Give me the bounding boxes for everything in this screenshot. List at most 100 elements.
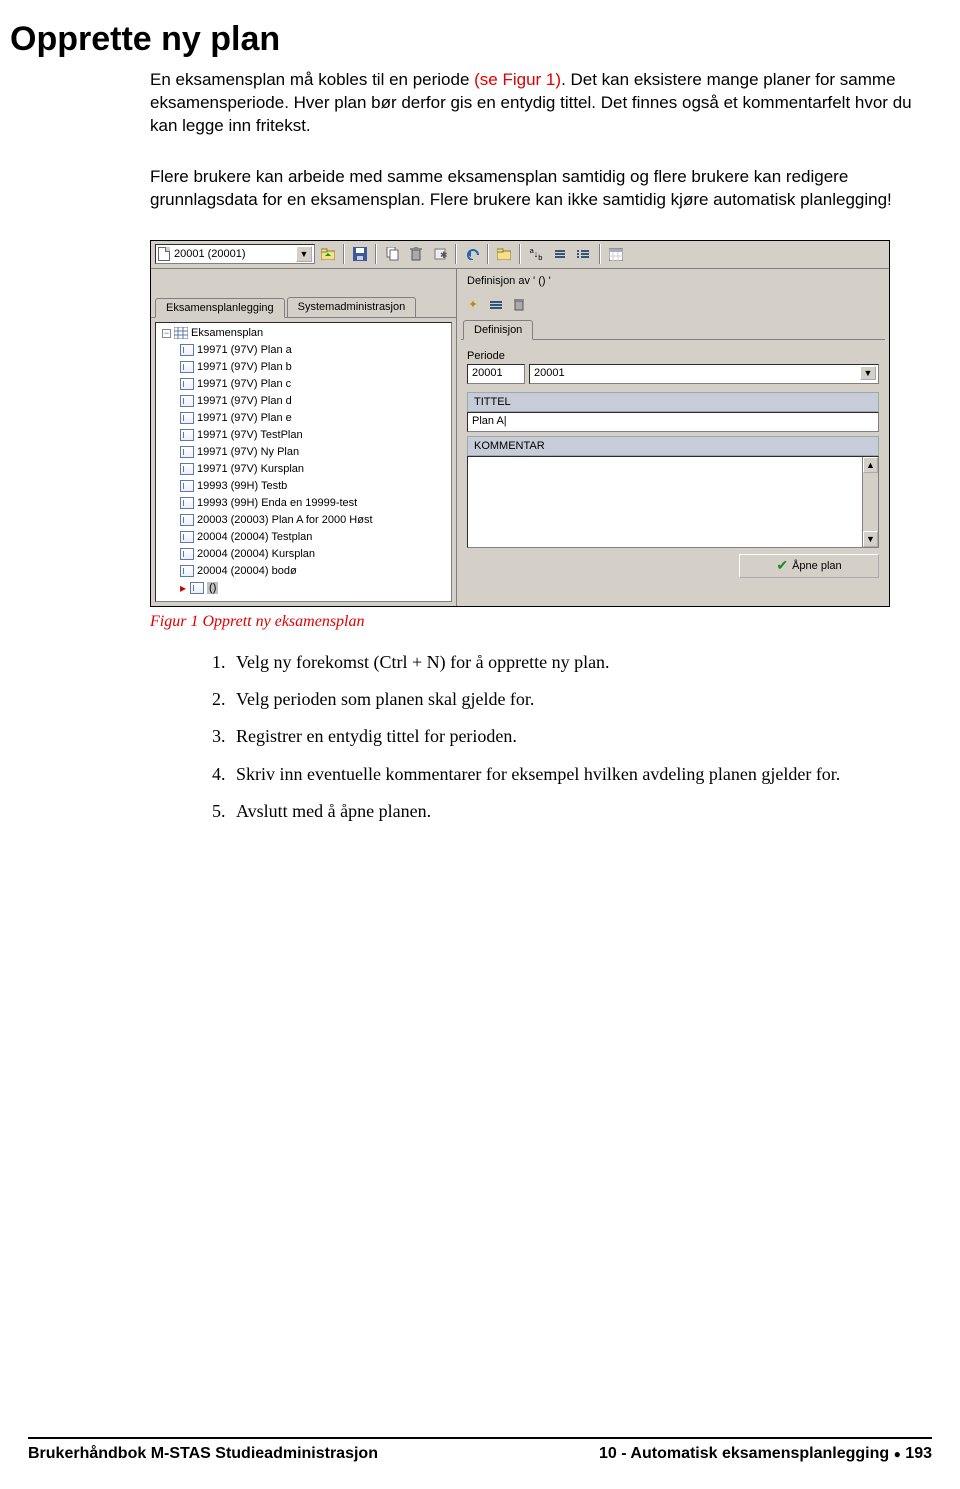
current-marker-icon: ▸ <box>180 582 186 594</box>
step-item: Registrer en entydig tittel for perioden… <box>230 725 930 748</box>
right-pane: Definisjon av ' () ' ✦ Definisjon Period… <box>457 269 889 606</box>
plan-tree[interactable]: − Eksamensplan 19971 (97V) Plan a 19971 … <box>155 322 452 602</box>
svg-text:✱: ✱ <box>440 250 447 260</box>
document-icon <box>158 247 170 261</box>
plan-icon <box>180 463 194 475</box>
tree-item[interactable]: 19971 (97V) Kursplan <box>158 461 449 478</box>
kommentar-header: KOMMENTAR <box>467 436 879 456</box>
separator <box>519 244 521 264</box>
page-title: Opprette ny plan <box>10 20 930 59</box>
delete-button[interactable] <box>405 243 427 265</box>
tree-item[interactable]: 19971 (97V) Plan d <box>158 393 449 410</box>
page-footer: Brukerhåndbok M-STAS Studieadministrasjo… <box>28 1437 932 1463</box>
plan-icon <box>180 514 194 526</box>
open-folder-button[interactable] <box>493 243 515 265</box>
plan-icon <box>180 480 194 492</box>
plan-icon <box>180 531 194 543</box>
left-pane: Eksamensplanlegging Systemadministrasjon… <box>151 269 457 606</box>
list-icon <box>490 300 502 310</box>
scroll-down-icon[interactable]: ▼ <box>863 531 878 547</box>
tree-item[interactable]: 19971 (97V) TestPlan <box>158 427 449 444</box>
period-combo[interactable]: 20001 (20001) ▼ <box>155 244 315 264</box>
periode-name-field[interactable]: 20001 ▼ <box>529 364 879 384</box>
tab-definisjon[interactable]: Definisjon <box>463 320 533 340</box>
scroll-up-icon[interactable]: ▲ <box>863 457 878 473</box>
plan-icon <box>180 412 194 424</box>
tree-item-label: 19971 (97V) Kursplan <box>197 463 304 475</box>
tree-item[interactable]: 19971 (97V) Plan a <box>158 342 449 359</box>
intro-text-1a: En eksamensplan må kobles til en periode <box>150 70 474 89</box>
figure-reference: (se Figur 1) <box>474 70 561 89</box>
tree-item-label: 19971 (97V) Plan c <box>197 378 291 390</box>
mini-list-button[interactable] <box>486 295 506 315</box>
calendar-button[interactable] <box>605 243 627 265</box>
tree-root[interactable]: − Eksamensplan <box>158 325 449 342</box>
step-item: Velg perioden som planen skal gjelde for… <box>230 688 930 711</box>
tab-eksamensplanlegging[interactable]: Eksamensplanlegging <box>155 298 285 318</box>
sort-button[interactable]: a↓b <box>525 243 547 265</box>
tree-item-new-label: () <box>207 582 218 594</box>
list-button-2[interactable] <box>573 243 595 265</box>
open-plan-label: Åpne plan <box>792 560 842 572</box>
tree-item[interactable]: 20004 (20004) Kursplan <box>158 546 449 563</box>
tree-item-label: 19993 (99H) Testb <box>197 480 287 492</box>
separator <box>343 244 345 264</box>
sparkle-icon: ✦ <box>468 298 477 311</box>
open-plan-button[interactable]: ✔ Åpne plan <box>739 554 879 578</box>
tree-item[interactable]: 19993 (99H) Testb <box>158 478 449 495</box>
tittel-field[interactable]: Plan A| <box>467 412 879 432</box>
separator <box>455 244 457 264</box>
mini-toolbar: ✦ <box>461 293 885 319</box>
separator <box>487 244 489 264</box>
trash-icon <box>514 299 524 311</box>
dropdown-arrow-icon[interactable]: ▼ <box>296 246 312 262</box>
collapse-icon[interactable]: − <box>162 329 171 338</box>
tree-root-label: Eksamensplan <box>191 327 263 339</box>
footer-right: 10 - Automatisk eksamensplanlegging ● 19… <box>599 1445 932 1463</box>
tree-item-label: 19971 (97V) Plan d <box>197 395 292 407</box>
kommentar-textarea[interactable]: ▲ ▼ <box>467 456 879 548</box>
tree-item-label: 19971 (97V) Ny Plan <box>197 446 299 458</box>
plan-icon <box>190 582 204 594</box>
grid-icon <box>174 327 188 339</box>
tree-item-label: 19971 (97V) TestPlan <box>197 429 303 441</box>
new-button[interactable]: ✱ <box>429 243 451 265</box>
tree-item[interactable]: 19971 (97V) Plan e <box>158 410 449 427</box>
plan-icon <box>180 429 194 441</box>
tree-item-new[interactable]: ▸ () <box>158 580 449 597</box>
tree-item-label: 20004 (20004) bodø <box>197 565 297 577</box>
tab-systemadministrasjon[interactable]: Systemadministrasjon <box>287 297 417 317</box>
save-button[interactable] <box>349 243 371 265</box>
tittel-header: TITTEL <box>467 392 879 412</box>
list-icon <box>577 248 591 260</box>
separator <box>599 244 601 264</box>
scrollbar[interactable]: ▲ ▼ <box>862 457 878 547</box>
tree-item[interactable]: 19971 (97V) Plan c <box>158 376 449 393</box>
plan-icon <box>180 446 194 458</box>
mini-delete-button[interactable] <box>509 295 529 315</box>
intro-paragraph-2: Flere brukere kan arbeide med samme eksa… <box>10 166 930 212</box>
tree-item[interactable]: 19971 (97V) Plan b <box>158 359 449 376</box>
tree-item-label: 20003 (20003) Plan A for 2000 Høst <box>197 514 373 526</box>
tree-item[interactable]: 20004 (20004) Testplan <box>158 529 449 546</box>
periode-code-field[interactable]: 20001 <box>467 364 525 384</box>
plan-icon <box>180 565 194 577</box>
list-button-1[interactable] <box>549 243 571 265</box>
footer-left: Brukerhåndbok M-STAS Studieadministrasjo… <box>28 1445 378 1463</box>
undo-button[interactable] <box>461 243 483 265</box>
calendar-icon <box>609 247 623 261</box>
folder-up-button[interactable] <box>317 243 339 265</box>
intro-paragraph-1: En eksamensplan må kobles til en periode… <box>10 69 930 138</box>
mini-new-button[interactable]: ✦ <box>463 295 483 315</box>
sort-icon: a↓b <box>530 246 543 262</box>
plan-icon <box>180 361 194 373</box>
period-combo-text: 20001 (20001) <box>174 248 246 260</box>
tree-item[interactable]: 20004 (20004) bodø <box>158 563 449 580</box>
dropdown-arrow-icon[interactable]: ▼ <box>860 366 876 380</box>
tree-item[interactable]: 19993 (99H) Enda en 19999-test <box>158 495 449 512</box>
check-icon: ✔ <box>776 557 788 574</box>
tree-item-label: 19993 (99H) Enda en 19999-test <box>197 497 357 509</box>
tree-item[interactable]: 20003 (20003) Plan A for 2000 Høst <box>158 512 449 529</box>
tree-item[interactable]: 19971 (97V) Ny Plan <box>158 444 449 461</box>
copy-button[interactable] <box>381 243 403 265</box>
